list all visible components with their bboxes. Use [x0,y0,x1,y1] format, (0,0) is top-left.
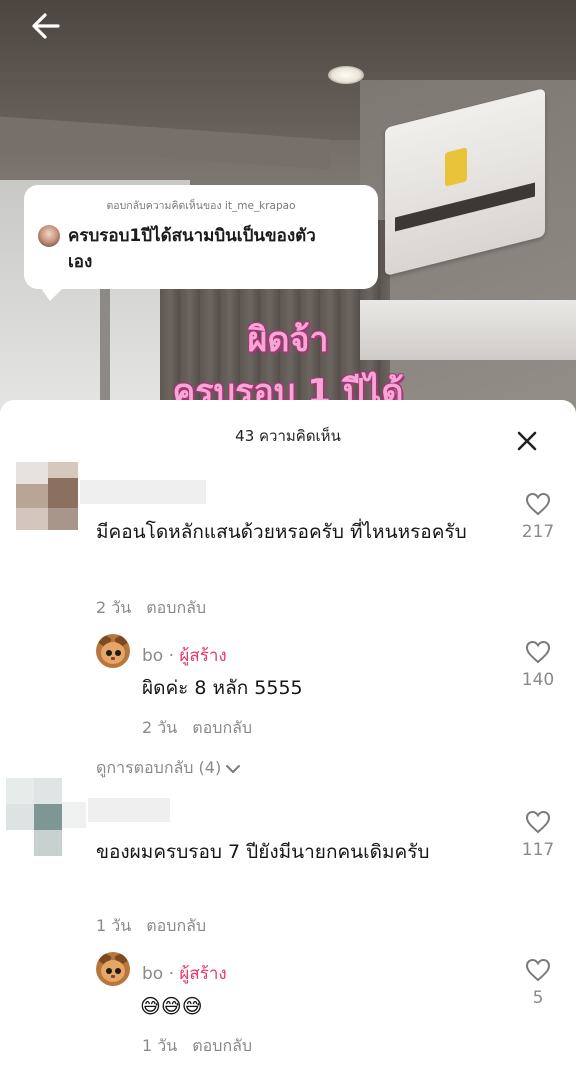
view-replies-label: ดูการตอบกลับ (4) [96,758,222,777]
comment-like-button[interactable]: 217 [516,492,560,542]
creator-badge: ผู้สร้าง [179,964,227,984]
reply-reply-button[interactable]: ตอบกลับ [192,718,252,737]
heart-icon [525,958,551,986]
heart-icon [525,810,551,838]
reply-like-count: 5 [532,988,544,1008]
view-replies-button[interactable]: ดูการตอบกลับ (4) [96,756,241,781]
comment-text: ของผมครบรอบ 7 ปียังมีนายกคนเดิมครับ [96,841,430,863]
comments-sheet: 43 ความคิดเห็น มีคอนโดหลักแสนด้วยหรอครับ… [0,400,576,1069]
comment-meta: 2 วัน ตอบกลับ [96,596,206,621]
reply-reply-button[interactable]: ตอบกลับ [192,1036,252,1055]
reply-meta: 1 วัน ตอบกลับ [142,1034,252,1059]
comment-reply-button[interactable]: ตอบกลับ [146,598,206,617]
reply-time: 1 วัน [142,1036,178,1055]
reply-author-name[interactable]: bo [142,964,163,984]
comment-time: 2 วัน [96,598,132,617]
reply-avatar[interactable] [96,952,130,986]
arrow-left-icon [28,13,64,48]
creator-badge: ผู้สร้าง [179,646,227,666]
video-player[interactable]: ตอบกลับความคิดเห็นของ it_me_krapao ครบรอ… [0,0,576,420]
comment-username-blurred [88,798,170,822]
video-caption-line-1: ผิดจ้า [247,320,329,360]
close-button[interactable] [510,424,544,458]
heart-icon [525,492,551,520]
back-button[interactable] [28,8,72,48]
video-air-conditioner-sticker [445,147,467,187]
comment-meta: 1 วัน ตอบกลับ [96,914,206,939]
heart-icon [525,640,551,668]
reply-sticker-card: ตอบกลับความคิดเห็นของ it_me_krapao ครบรอ… [24,185,378,301]
reply-author-name[interactable]: bo [142,646,163,666]
comment-time: 1 วัน [96,916,132,935]
reply-text: 😅😅😅 [140,994,203,1018]
reply-like-button[interactable]: 140 [516,640,560,690]
reply-like-count: 140 [521,670,555,690]
reply-meta: 2 วัน ตอบกลับ [142,716,252,741]
reply-author-line: bo · ผู้สร้าง [142,642,227,669]
reply-author-line: bo · ผู้สร้าง [142,960,227,987]
comment-like-count: 117 [521,840,555,860]
reply-sticker-avatar [38,225,60,247]
reply-like-button[interactable]: 5 [516,958,560,1008]
reply-text: ผิดค่ะ 8 หลัก 5555 [142,677,303,699]
reply-avatar[interactable] [96,634,130,668]
video-ceiling-light [328,66,364,84]
comment-reply-button[interactable]: ตอบกลับ [146,916,206,935]
reply-separator: · [168,646,175,666]
comments-count-title: 43 ความคิดเห็น [235,427,341,445]
reply-time: 2 วัน [142,718,178,737]
comment-avatar-blurred[interactable] [6,778,86,856]
comment-like-count: 217 [521,522,555,542]
reply-separator: · [168,964,175,984]
comment-text: มีคอนโดหลักแสนด้วยหรอครับ ที่ไหนหรอครับ [96,521,467,543]
comment-avatar-blurred[interactable] [16,462,80,532]
comment-like-button[interactable]: 117 [516,810,560,860]
chevron-down-icon [221,758,241,777]
close-icon [510,431,544,462]
reply-sticker-header: ตอบกลับความคิดเห็นของ it_me_krapao [106,200,296,212]
comment-username-blurred [80,480,206,504]
reply-sticker-text: ครบรอบ1ปีได้สนามบินเป็นของตัวเอง [68,226,316,272]
